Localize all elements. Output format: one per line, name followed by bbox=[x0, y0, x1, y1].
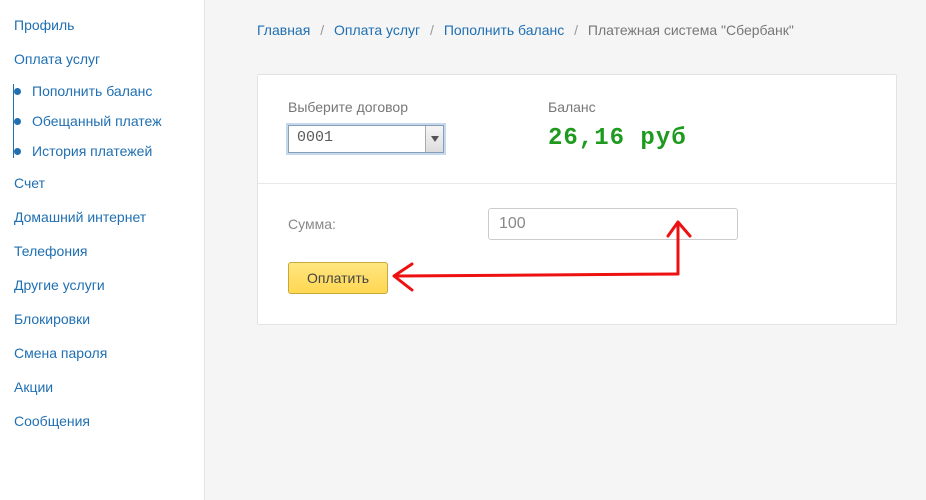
breadcrumb-payment[interactable]: Оплата услуг bbox=[334, 22, 420, 38]
breadcrumb-separator: / bbox=[320, 22, 324, 38]
panel-bottom: Сумма: Оплатить bbox=[258, 184, 896, 324]
breadcrumb-topup[interactable]: Пополнить баланс bbox=[444, 22, 564, 38]
breadcrumb-separator: / bbox=[574, 22, 578, 38]
sidebar-item-payment-history[interactable]: История платежей bbox=[14, 136, 204, 166]
sidebar-item-home-internet[interactable]: Домашний интернет bbox=[0, 200, 204, 234]
sidebar-sublist-payment: Пополнить баланс Обещанный платеж Истори… bbox=[10, 76, 204, 166]
balance-value: 26,16 руб bbox=[548, 125, 866, 152]
breadcrumb-separator: / bbox=[430, 22, 434, 38]
sidebar: Профиль Оплата услуг Пополнить баланс Об… bbox=[0, 0, 205, 500]
contract-select-value: 0001 bbox=[289, 126, 425, 152]
sidebar-item-other-services[interactable]: Другие услуги bbox=[0, 268, 204, 302]
sidebar-item-telephony[interactable]: Телефония bbox=[0, 234, 204, 268]
sum-label: Сумма: bbox=[288, 216, 488, 232]
sidebar-item-payment[interactable]: Оплата услуг bbox=[0, 42, 204, 76]
breadcrumb-home[interactable]: Главная bbox=[257, 22, 310, 38]
pay-button[interactable]: Оплатить bbox=[288, 262, 388, 294]
sidebar-item-account[interactable]: Счет bbox=[0, 166, 204, 200]
breadcrumb: Главная / Оплата услуг / Пополнить балан… bbox=[257, 22, 926, 38]
main-content: Главная / Оплата услуг / Пополнить балан… bbox=[205, 0, 926, 500]
contract-label: Выберите договор bbox=[288, 99, 548, 115]
contract-select[interactable]: 0001 bbox=[288, 125, 444, 153]
sum-input[interactable] bbox=[488, 208, 738, 240]
sidebar-item-messages[interactable]: Сообщения bbox=[0, 404, 204, 438]
sidebar-item-blocking[interactable]: Блокировки bbox=[0, 302, 204, 336]
breadcrumb-current: Платежная система "Сбербанк" bbox=[588, 22, 794, 38]
sidebar-item-promised-payment[interactable]: Обещанный платеж bbox=[14, 106, 204, 136]
sidebar-item-topup[interactable]: Пополнить баланс bbox=[14, 76, 204, 106]
payment-panel: Выберите договор 0001 Баланс 26,16 руб С… bbox=[257, 74, 897, 325]
panel-top: Выберите договор 0001 Баланс 26,16 руб bbox=[258, 75, 896, 184]
dropdown-arrow-icon[interactable] bbox=[425, 126, 443, 152]
sidebar-item-profile[interactable]: Профиль bbox=[0, 8, 204, 42]
sidebar-item-promotions[interactable]: Акции bbox=[0, 370, 204, 404]
sidebar-item-change-password[interactable]: Смена пароля bbox=[0, 336, 204, 370]
balance-label: Баланс bbox=[548, 99, 866, 115]
